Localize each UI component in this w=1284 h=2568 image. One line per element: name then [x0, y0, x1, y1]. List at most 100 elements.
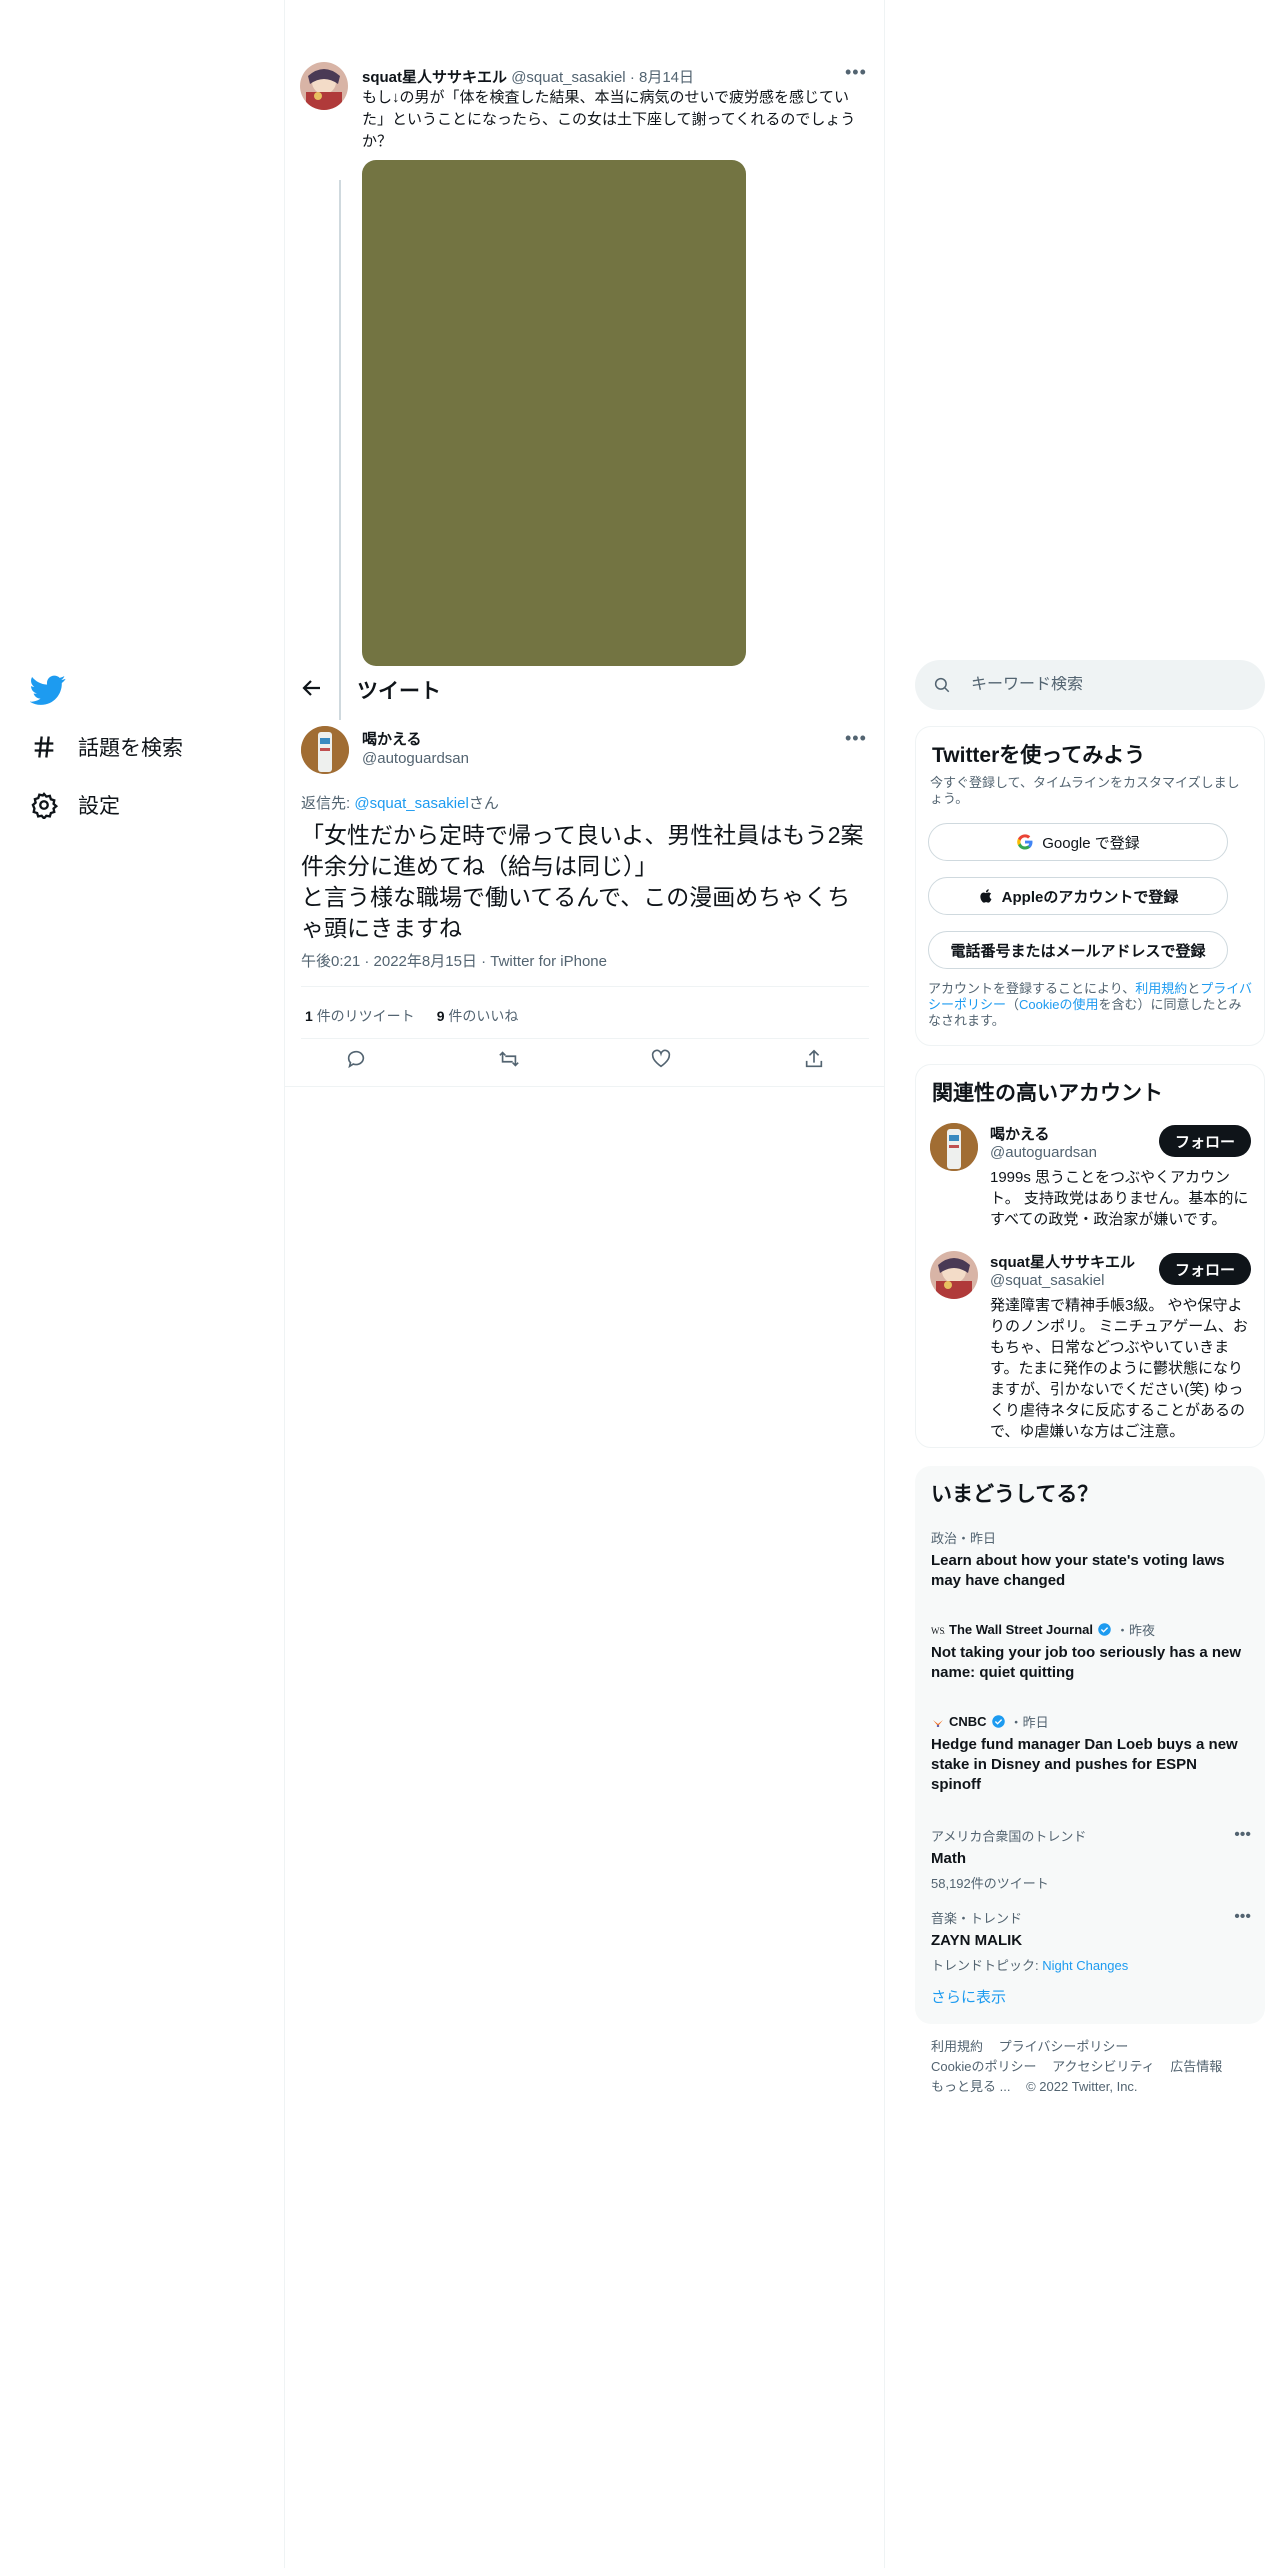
twitter-logo-icon[interactable] — [30, 672, 66, 708]
account-item[interactable]: squat星人ササキエル @squat_sasakiel フォロー 発達障害で精… — [930, 1251, 1255, 1441]
trend-item[interactable]: 政治・昨日 Learn about how your state's votin… — [931, 1528, 1251, 1591]
trend-item[interactable]: アメリカ合衆国のトレンド Math 58,192件のツイート ••• — [931, 1826, 1251, 1892]
follow-button[interactable]: フォロー — [1158, 1253, 1251, 1285]
hashtag-icon — [34, 736, 54, 758]
reply-to-link[interactable]: @squat_sasakiel — [354, 795, 468, 812]
retweet-stat[interactable]: 1 件のリツイート — [305, 1006, 415, 1026]
page-title: ツイート — [357, 680, 441, 703]
trend-category: 音楽・トレンド — [931, 1911, 1023, 1926]
signup-terms: アカウントを登録することにより、利用規約とプライバシーポリシー（Cookieの使… — [928, 981, 1253, 1028]
signup-subtitle: 今すぐ登録して、タイムラインをカスタマイズしましょう。 — [930, 775, 1240, 806]
account-name[interactable]: squat星人ササキエル — [990, 1251, 1135, 1272]
like-icon[interactable] — [650, 1048, 672, 1070]
tweet-media-image[interactable] — [362, 160, 746, 666]
trend-title: ZAYN MALIK — [931, 1932, 1023, 1949]
trend-title: Not taking your job too seriously has a … — [931, 1644, 1242, 1681]
avatar-image-icon — [930, 1251, 978, 1299]
footer-cookie-link[interactable]: Cookieのポリシー — [931, 2059, 1036, 2074]
apple-icon — [980, 889, 992, 903]
tweet-header-bar: ツイート — [285, 662, 885, 715]
trend-title: Learn about how your state's voting laws… — [931, 1552, 1225, 1589]
apple-signup-button[interactable]: Appleのアカウントで登録 — [928, 877, 1228, 915]
tweet-actions — [345, 1048, 825, 1070]
account-bio: 発達障害で精神手帳3級。 やや保守よりのノンポリ。 ミニチュアゲーム、おもちゃ、… — [990, 1297, 1248, 1440]
avatar[interactable] — [301, 726, 349, 774]
footer-more-link[interactable]: もっと見る ... — [931, 2079, 1010, 2094]
relevant-title: 関連性の高いアカウント — [932, 1082, 1163, 1105]
divider — [285, 1086, 885, 1087]
nav-settings-label: 設定 — [78, 795, 120, 818]
cookie-link[interactable]: Cookieの使用 — [1019, 997, 1098, 1012]
google-signup-button[interactable]: Google で登録 — [928, 823, 1228, 861]
search-input[interactable] — [971, 676, 1241, 694]
more-options-icon[interactable]: ••• — [1234, 1908, 1251, 1926]
follow-button[interactable]: フォロー — [1158, 1125, 1251, 1157]
like-stat[interactable]: 9 件のいいね — [437, 1006, 519, 1026]
trend-source: WSJ The Wall Street Journal ・昨夜 — [931, 1622, 1156, 1638]
google-icon — [1017, 834, 1033, 850]
avatar-image-icon — [300, 62, 348, 110]
tweet-timestamp[interactable]: 午後0:21 · 2022年8月15日 · Twitter for iPhone — [301, 950, 607, 971]
terms-link[interactable]: 利用規約 — [1135, 981, 1187, 996]
account-item[interactable]: 喝かえる @autoguardsan フォロー 1999s 思うことをつぶやくア… — [930, 1123, 1255, 1233]
signup-title: Twitterを使ってみよう — [932, 744, 1146, 767]
trend-title: Math — [931, 1850, 966, 1867]
retweet-icon[interactable] — [498, 1048, 520, 1070]
parent-tweet-header: squat星人ササキエル @squat_sasakiel · 8月14日 — [362, 69, 695, 86]
tweet-text: 「女性だから定時で帰って良いよ、男性社員はもう2案件余分に進めてね（給与は同じ）… — [301, 822, 864, 941]
avatar-image-icon — [930, 1123, 978, 1171]
nav-explore[interactable]: 話題を検索 — [30, 732, 183, 762]
wsj-logo-icon: WSJ — [931, 1626, 945, 1635]
account-name[interactable]: 喝かえる — [990, 1123, 1050, 1144]
author-name[interactable]: squat星人ササキエル — [362, 69, 507, 86]
trend-item[interactable]: WSJ The Wall Street Journal ・昨夜 Not taki… — [931, 1620, 1251, 1683]
avatar[interactable] — [930, 1123, 978, 1171]
share-icon[interactable] — [803, 1048, 825, 1070]
nav-settings[interactable]: 設定 — [30, 790, 120, 820]
trend-topic: トレンドトピック: Night Changes — [931, 1958, 1129, 1973]
trend-count: 58,192件のツイート — [931, 1876, 1049, 1891]
verified-badge-icon — [991, 1715, 1005, 1728]
footer-links: 利用規約 プライバシーポリシー Cookieのポリシー アクセシビリティ 広告情… — [931, 2037, 1261, 2097]
svg-text:WSJ: WSJ — [931, 1626, 945, 1635]
account-handle[interactable]: @autoguardsan — [990, 1144, 1097, 1161]
author-name[interactable]: 喝かえる — [362, 728, 422, 749]
nav-explore-label: 話題を検索 — [78, 737, 183, 760]
avatar[interactable] — [930, 1251, 978, 1299]
back-arrow-icon[interactable] — [300, 676, 324, 700]
trend-title: Hedge fund manager Dan Loeb buys a new s… — [931, 1736, 1238, 1793]
center-column: squat星人ササキエル @squat_sasakiel · 8月14日 •••… — [285, 0, 885, 2568]
more-options-icon[interactable]: ••• — [845, 728, 867, 749]
tweet-stats: 1 件のリツイート 9 件のいいね — [305, 1006, 518, 1026]
more-options-icon[interactable]: ••• — [1234, 1826, 1251, 1844]
search-bar[interactable] — [915, 660, 1265, 710]
trend-source: CNBC ・昨日 — [931, 1712, 1251, 1731]
more-options-icon[interactable]: ••• — [845, 62, 867, 83]
left-nav: 話題を検索 設定 — [0, 0, 285, 2568]
trends-card: いまどうしてる？ 政治・昨日 Learn about how your stat… — [915, 1466, 1265, 2024]
copyright: © 2022 Twitter, Inc. — [1026, 2079, 1138, 2094]
footer-terms-link[interactable]: 利用規約 — [931, 2039, 983, 2054]
trend-item[interactable]: 音楽・トレンド ZAYN MALIK トレンドトピック: Night Chang… — [931, 1908, 1251, 1974]
phone-email-signup-button[interactable]: 電話番号またはメールアドレスで登録 — [928, 931, 1228, 969]
trend-category: アメリカ合衆国のトレンド — [931, 1829, 1087, 1844]
avatar[interactable] — [300, 62, 348, 110]
reply-icon[interactable] — [345, 1048, 367, 1070]
footer-ads-link[interactable]: 広告情報 — [1170, 2059, 1222, 2074]
author-handle[interactable]: @squat_sasakiel — [511, 69, 625, 86]
tweet-date[interactable]: 8月14日 — [639, 69, 694, 86]
nbc-peacock-icon — [933, 1717, 943, 1727]
footer-accessibility-link[interactable]: アクセシビリティ — [1052, 2059, 1155, 2074]
trend-topic-link[interactable]: Night Changes — [1042, 1958, 1128, 1973]
author-handle[interactable]: @autoguardsan — [362, 750, 469, 767]
account-handle[interactable]: @squat_sasakiel — [990, 1272, 1104, 1289]
trend-item[interactable]: CNBC ・昨日 Hedge fund manager Dan Loeb buy… — [931, 1712, 1251, 1795]
thread-line — [339, 180, 341, 720]
gear-icon — [31, 792, 58, 819]
divider — [301, 986, 869, 987]
avatar-image-icon — [301, 726, 349, 774]
footer-privacy-link[interactable]: プライバシーポリシー — [999, 2039, 1129, 2054]
signup-card: Twitterを使ってみよう 今すぐ登録して、タイムラインをカスタマイズしましょ… — [915, 726, 1265, 1046]
show-more-link[interactable]: さらに表示 — [931, 1986, 1006, 2007]
trend-category: 政治・昨日 — [931, 1531, 997, 1546]
